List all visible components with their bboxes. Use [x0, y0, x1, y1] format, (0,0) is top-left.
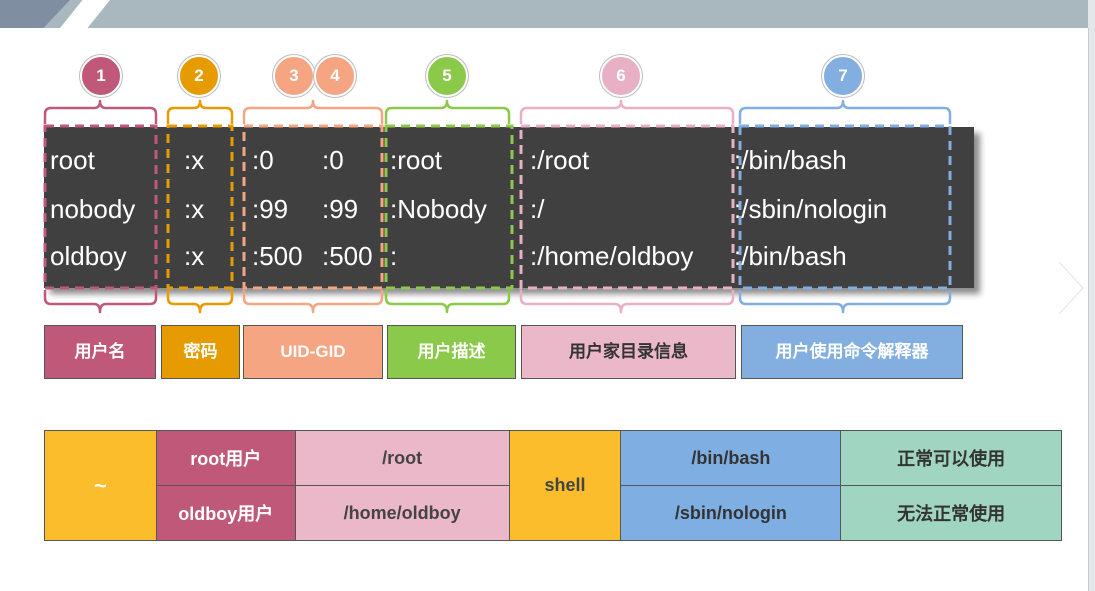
summary-oldboy-user: oldboy用户: [155, 485, 296, 541]
bottom-brace-username: [43, 290, 158, 314]
bottom-brace-description: [384, 290, 511, 314]
top-brace-7: [738, 99, 952, 124]
summary-nologin: /sbin/nologin: [620, 485, 842, 541]
summary-bash-desc: 正常可以使用: [840, 430, 1062, 486]
marker-3: 3: [273, 55, 315, 97]
dashed-box-password: [166, 124, 234, 290]
summary-nologin-desc: 无法正常使用: [840, 485, 1062, 541]
label-shell: 用户使用命令解释器: [741, 325, 963, 379]
summary-table: ~ root用户 /root shell /bin/bash 正常可以使用 ol…: [44, 430, 1062, 541]
marker-5: 5: [426, 55, 468, 97]
summary-bash: /bin/bash: [620, 430, 842, 486]
summary-tilde: ~: [44, 430, 157, 541]
bottom-brace-password: [166, 290, 234, 314]
top-brace-6: [519, 99, 735, 124]
marker-7: 7: [822, 55, 864, 97]
chevron-right-icon[interactable]: [1056, 260, 1085, 316]
label-password: 密码: [161, 325, 240, 379]
marker-2: 2: [178, 55, 220, 97]
label-username: 用户名: [44, 325, 156, 379]
dashed-box-home: [519, 124, 735, 290]
dashed-box-username: [43, 124, 158, 290]
chevron-right-icon-shadow: [1058, 261, 1084, 315]
dashed-box-description: [384, 124, 514, 290]
summary-shell-label: shell: [508, 430, 622, 541]
top-brace-1: [43, 99, 158, 124]
marker-6: 6: [600, 55, 642, 97]
dashed-box-shell: [738, 124, 952, 290]
summary-root-user: root用户: [155, 430, 296, 486]
marker-4: 4: [314, 55, 356, 97]
dashed-box-uid-gid: [242, 124, 384, 290]
bottom-brace-home: [519, 290, 735, 314]
label-description: 用户描述: [387, 325, 516, 379]
summary-root-home: /root: [294, 430, 510, 486]
top-brace-2: [166, 99, 234, 124]
marker-1: 1: [80, 55, 122, 97]
label-uid-gid: UID-GID: [243, 325, 383, 379]
bottom-brace-shell: [738, 290, 952, 314]
top-brace-5: [384, 99, 511, 124]
summary-oldboy-home: /home/oldboy: [294, 485, 510, 541]
bottom-brace-uid-gid: [242, 290, 384, 314]
top-brace-34: [242, 99, 384, 124]
label-home: 用户家目录信息: [521, 325, 736, 379]
